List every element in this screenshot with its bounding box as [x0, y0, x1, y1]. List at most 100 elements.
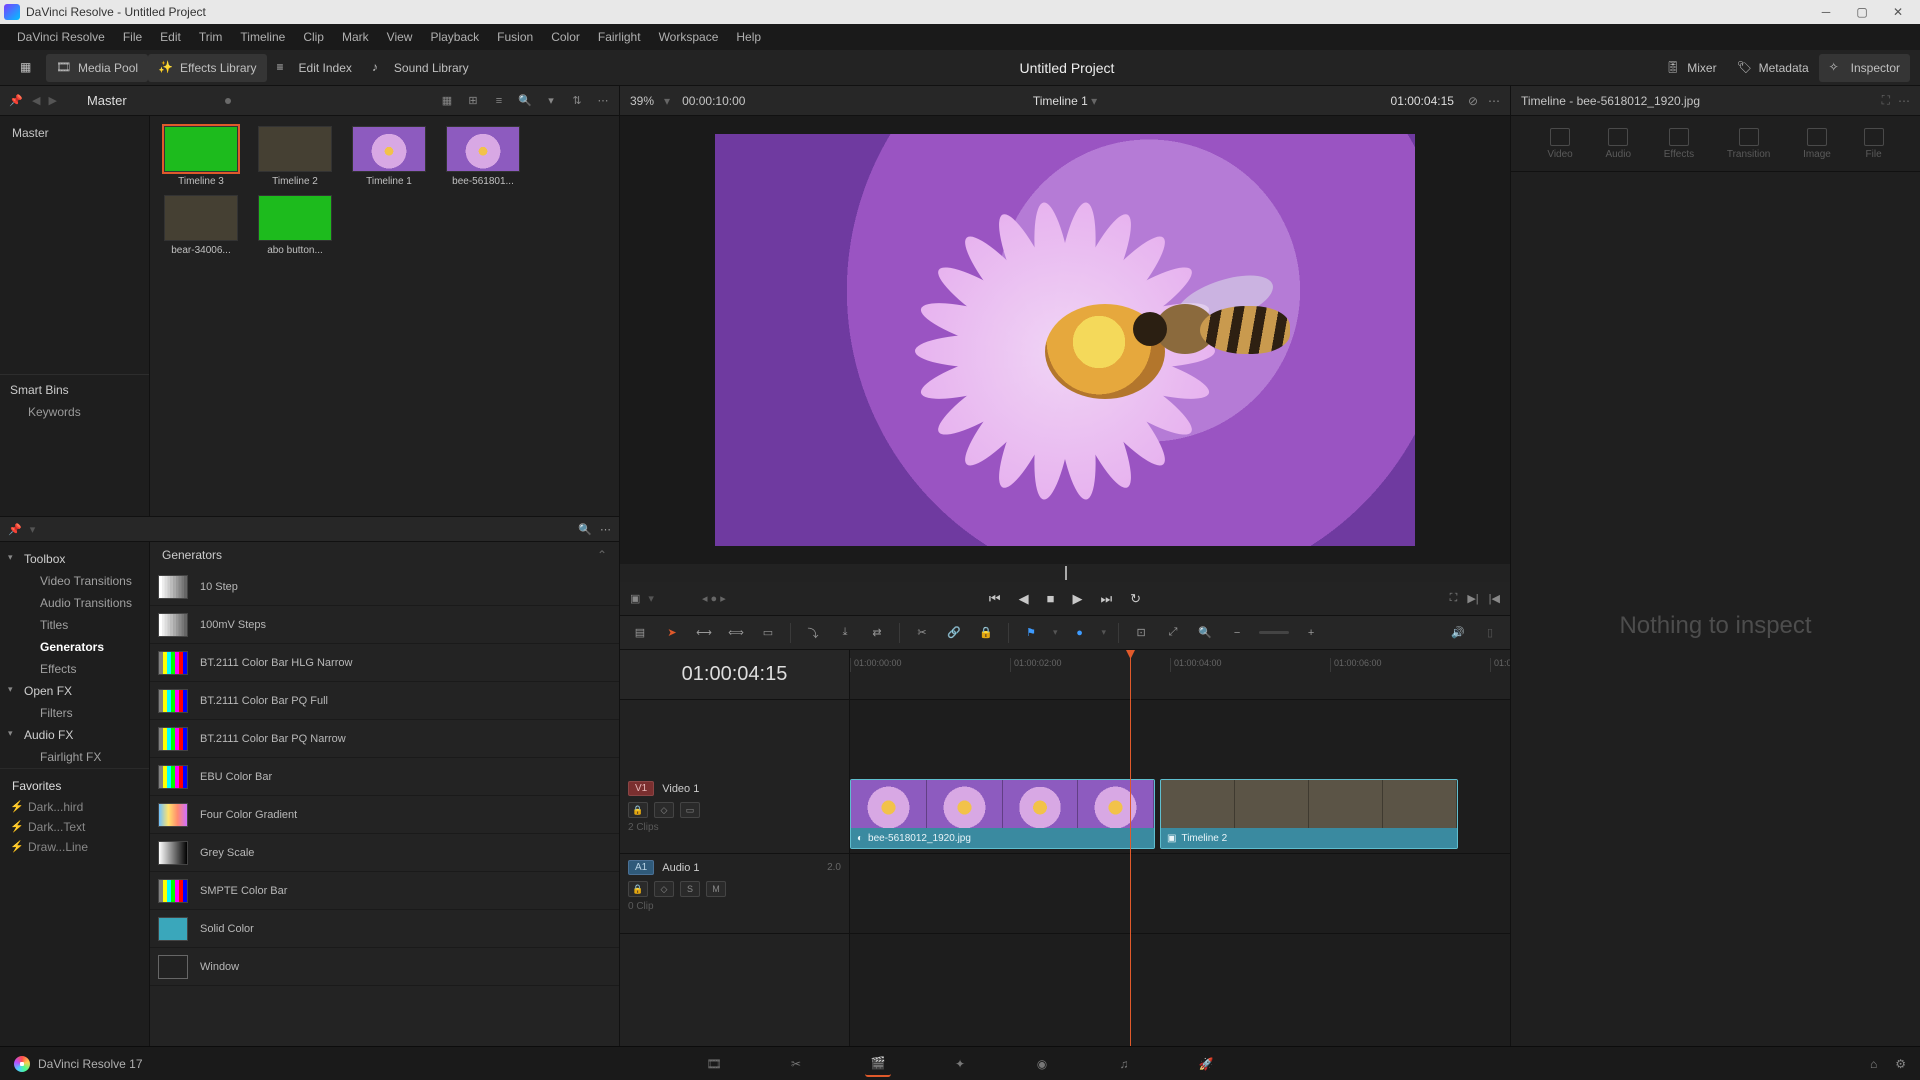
minimize-button[interactable]: ─ — [1808, 0, 1844, 24]
track-header-a1[interactable]: A1Audio 12.0 🔒 ◇ S M 0 Clip — [620, 854, 849, 934]
viewer-scrubber[interactable] — [620, 564, 1510, 582]
audio-monitor-icon[interactable]: 🔊 — [1448, 623, 1468, 643]
sound-library-toggle[interactable]: ♪Sound Library — [362, 54, 479, 82]
blade-tool[interactable]: ▭ — [758, 623, 778, 643]
trim-tool[interactable]: ⟷ — [694, 623, 714, 643]
generator-item[interactable]: Window — [150, 948, 619, 986]
search-icon[interactable]: 🔍 — [517, 93, 533, 109]
search-options-icon[interactable]: ▾ — [543, 93, 559, 109]
zoom-to-fit-icon[interactable]: ⤢ — [1163, 623, 1183, 643]
generator-item[interactable]: EBU Color Bar — [150, 758, 619, 796]
inspector-tab-audio[interactable]: Audio — [1605, 128, 1631, 160]
viewer-canvas[interactable]: /*petals inserted below*/ — [620, 116, 1510, 564]
flag-icon[interactable]: ⚑ — [1021, 623, 1041, 643]
tree-item[interactable]: Video Transitions — [0, 570, 149, 592]
project-settings-icon[interactable]: ⚙ — [1895, 1057, 1906, 1071]
selection-tool[interactable]: ➤ — [662, 623, 682, 643]
customize-icon[interactable]: ▯ — [1480, 623, 1500, 643]
tree-item[interactable]: Audio Transitions — [0, 592, 149, 614]
inspector-more-icon[interactable]: ⋯ — [1898, 94, 1910, 108]
lock-icon[interactable]: 🔒 — [976, 623, 996, 643]
metadata-toggle[interactable]: 🏷Metadata — [1727, 54, 1819, 82]
tree-toolbox[interactable]: Toolbox — [0, 548, 149, 570]
menu-davinci-resolve[interactable]: DaVinci Resolve — [8, 24, 114, 50]
close-button[interactable]: ✕ — [1880, 0, 1916, 24]
overlay-icon[interactable]: ▣ — [630, 592, 640, 605]
smart-bins-header[interactable]: Smart Bins — [0, 374, 149, 401]
menu-clip[interactable]: Clip — [294, 24, 333, 50]
generator-item[interactable]: BT.2111 Color Bar PQ Full — [150, 682, 619, 720]
zoom-slider-minus[interactable]: − — [1227, 623, 1247, 643]
first-frame-button[interactable]: ⏮ — [989, 591, 1001, 607]
inspector-tab-video[interactable]: Video — [1547, 128, 1572, 160]
more-icon[interactable]: ⋯ — [595, 93, 611, 109]
clip-item[interactable]: bear-34006... — [158, 195, 244, 256]
mute-button[interactable]: M — [706, 881, 726, 897]
menu-file[interactable]: File — [114, 24, 151, 50]
timeline-opts-icon[interactable]: ▤ — [630, 623, 650, 643]
loop-button[interactable]: ↻ — [1130, 591, 1141, 607]
media-page-button[interactable]: 🎞 — [701, 1051, 727, 1077]
playhead[interactable] — [1130, 650, 1131, 1080]
breadcrumb[interactable]: Master — [87, 93, 127, 108]
timeline-timecode[interactable]: 01:00:04:15 — [620, 650, 849, 700]
replace-icon[interactable]: ⇄ — [867, 623, 887, 643]
nav-back-icon[interactable]: ◀ — [32, 94, 40, 107]
menu-timeline[interactable]: Timeline — [231, 24, 294, 50]
media-pool-toggle[interactable]: 🎞Media Pool — [46, 54, 148, 82]
clip-item[interactable]: Timeline 2 — [252, 126, 338, 187]
effects-pin-icon[interactable]: 📌 — [8, 523, 22, 536]
clip-timeline2[interactable]: ▣Timeline 2 — [1160, 779, 1458, 849]
fairlight-page-button[interactable]: ♫ — [1111, 1051, 1137, 1077]
menu-mark[interactable]: Mark — [333, 24, 378, 50]
favorite-item[interactable]: Dark...Text — [0, 817, 149, 837]
snapping-icon[interactable]: ⊡ — [1131, 623, 1151, 643]
marker-icon[interactable]: ● — [1070, 623, 1090, 643]
zoom-slider-plus[interactable]: + — [1301, 623, 1321, 643]
inspector-tab-transition[interactable]: Transition — [1727, 128, 1771, 160]
edit-page-button[interactable]: 🎬 — [865, 1051, 891, 1077]
expand-icon[interactable]: ⛶ — [1882, 93, 1890, 108]
menu-fairlight[interactable]: Fairlight — [589, 24, 650, 50]
edit-index-toggle[interactable]: ≡Edit Index — [267, 54, 362, 82]
insert-icon[interactable]: ⤵ — [803, 623, 823, 643]
blade-all-icon[interactable]: ✂ — [912, 623, 932, 643]
favorite-item[interactable]: Draw...Line — [0, 837, 149, 857]
tree-filters[interactable]: Filters — [0, 702, 149, 724]
fusion-page-button[interactable]: ✦ — [947, 1051, 973, 1077]
bypass-icon[interactable]: ⊘ — [1468, 94, 1478, 108]
generator-item[interactable]: Four Color Gradient — [150, 796, 619, 834]
lock-track-icon[interactable]: 🔒 — [628, 802, 648, 818]
overwrite-icon[interactable]: ⤓ — [835, 623, 855, 643]
zoom-level[interactable]: 39% — [630, 94, 654, 108]
sort-icon[interactable]: ⇅ — [569, 93, 585, 109]
generator-item[interactable]: BT.2111 Color Bar PQ Narrow — [150, 720, 619, 758]
audio-track-1[interactable] — [850, 854, 1510, 934]
list-view-icon[interactable]: ≡ — [491, 93, 507, 109]
lock-track-icon[interactable]: 🔒 — [628, 881, 648, 897]
clip-item[interactable]: Timeline 3 — [158, 126, 244, 187]
thumbnail-view-icon[interactable]: ▦ — [439, 93, 455, 109]
grid-view-icon[interactable]: ⊞ — [465, 93, 481, 109]
effects-library-toggle[interactable]: ✨Effects Library — [148, 54, 266, 82]
effects-search-icon[interactable]: 🔍 — [578, 523, 592, 536]
layout-preset-button[interactable]: ▦ — [10, 54, 46, 82]
track-header-v1[interactable]: V1Video 1 🔒 ◇ ▭ 2 Clips — [620, 775, 849, 854]
timeline-tracks[interactable]: 01:00:00:0001:00:02:0001:00:04:0001:00:0… — [850, 650, 1510, 1080]
menu-workspace[interactable]: Workspace — [650, 24, 728, 50]
menu-edit[interactable]: Edit — [151, 24, 190, 50]
tree-openfx[interactable]: Open FX — [0, 680, 149, 702]
clip-item[interactable]: Timeline 1 — [346, 126, 432, 187]
menu-color[interactable]: Color — [542, 24, 589, 50]
auto-select-icon[interactable]: ◇ — [654, 881, 674, 897]
inspector-tab-effects[interactable]: Effects — [1664, 128, 1694, 160]
disable-track-icon[interactable]: ▭ — [680, 802, 700, 818]
home-icon[interactable]: ⌂ — [1870, 1057, 1877, 1071]
stop-button[interactable]: ■ — [1047, 591, 1055, 606]
menu-trim[interactable]: Trim — [190, 24, 232, 50]
tree-fairlightfx[interactable]: Fairlight FX — [0, 746, 149, 768]
pin-icon[interactable]: 📌 — [8, 93, 24, 109]
clip-item[interactable]: bee-561801... — [440, 126, 526, 187]
go-in-icon[interactable]: ▶| — [1467, 592, 1478, 605]
clip-bee[interactable]: ◐bee-5618012_1920.jpg — [850, 779, 1155, 849]
